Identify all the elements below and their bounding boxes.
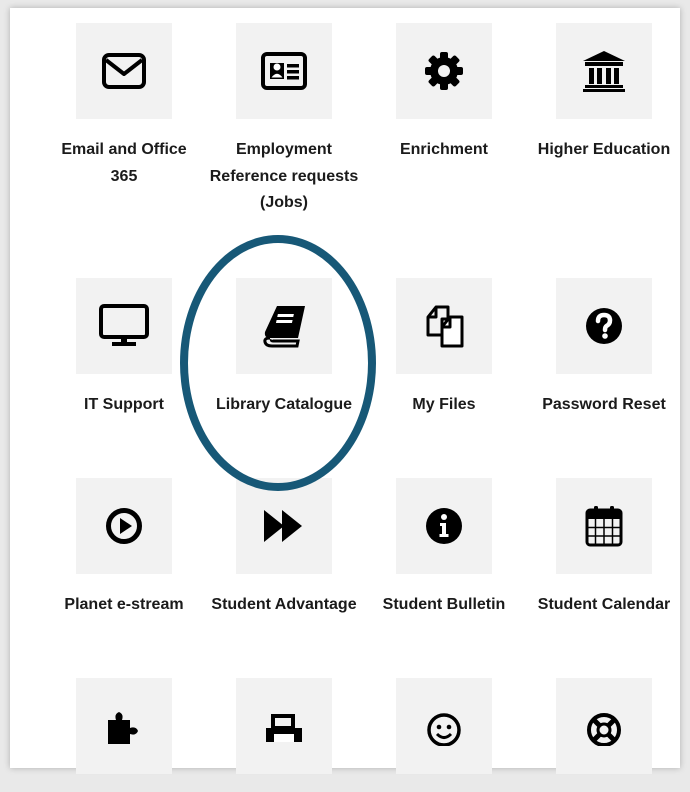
tile-label: Student Advantage [211, 596, 357, 613]
tile-it-support[interactable]: IT Support [49, 278, 199, 419]
icon-box [76, 478, 172, 574]
calendar-icon [585, 506, 623, 547]
tile-support[interactable] [529, 678, 679, 792]
tile-higher-education[interactable]: Higher Education [529, 23, 679, 164]
question-circle-icon [586, 308, 622, 344]
tile-password-reset[interactable]: Password Reset [529, 278, 679, 419]
tile-label: Student Calendar [537, 596, 671, 613]
gear-icon [425, 52, 463, 90]
tile-label: Email and Office 365 [61, 141, 187, 185]
tile-puzzle[interactable] [49, 678, 199, 792]
tile-label: Enrichment [399, 141, 488, 158]
icon-box [396, 678, 492, 774]
envelope-icon [102, 53, 146, 89]
quick-links-panel: Email and Office 365 Employment Referenc… [10, 8, 680, 774]
tile-student-bulletin[interactable]: Student Bulletin [369, 478, 519, 619]
icon-box [556, 478, 652, 574]
id-card-icon [261, 52, 307, 90]
icon-box [236, 278, 332, 374]
tile-enrichment[interactable]: Enrichment [369, 23, 519, 164]
icon-box [556, 23, 652, 119]
tile-student-advantage[interactable]: Student Advantage [209, 478, 359, 619]
tile-planet-estream[interactable]: Planet e-stream [49, 478, 199, 619]
tile-label: Higher Education [537, 141, 671, 158]
smiley-icon [427, 713, 461, 746]
files-icon [426, 305, 464, 348]
tile-wellbeing[interactable] [369, 678, 519, 792]
icon-box [396, 278, 492, 374]
play-circle-icon [106, 508, 142, 544]
icon-box [236, 678, 332, 774]
tile-label: IT Support [84, 396, 164, 413]
tile-label: Password Reset [542, 396, 666, 413]
icon-box [76, 678, 172, 774]
printer-icon [266, 714, 302, 742]
icon-box [76, 23, 172, 119]
fast-forward-icon [264, 510, 302, 542]
info-circle-icon [426, 508, 462, 544]
tile-employment-reference[interactable]: Employment Reference requests (Jobs) [209, 23, 359, 217]
book-icon [263, 306, 305, 348]
tile-email-office365[interactable]: Email and Office 365 [49, 23, 199, 190]
tile-label: Student Bulletin [382, 596, 506, 613]
tile-library-catalogue[interactable]: Library Catalogue [209, 278, 359, 419]
tile-student-calendar[interactable]: Student Calendar [529, 478, 679, 619]
icon-box [236, 478, 332, 574]
tile-label: Planet e-stream [64, 596, 184, 613]
icon-box [396, 478, 492, 574]
tile-label: My Files [412, 396, 476, 413]
tile-my-files[interactable]: My Files [369, 278, 519, 419]
tile-label: Employment Reference requests (Jobs) [209, 141, 359, 211]
puzzle-piece-icon [108, 712, 138, 744]
life-ring-icon [587, 713, 621, 746]
icon-box [556, 678, 652, 774]
desktop-icon [99, 304, 149, 346]
university-icon [583, 51, 625, 92]
icon-box [556, 278, 652, 374]
tile-label: Library Catalogue [215, 396, 353, 413]
icon-box [76, 278, 172, 374]
tile-printing[interactable] [209, 678, 359, 792]
icon-box [396, 23, 492, 119]
icon-box [236, 23, 332, 119]
